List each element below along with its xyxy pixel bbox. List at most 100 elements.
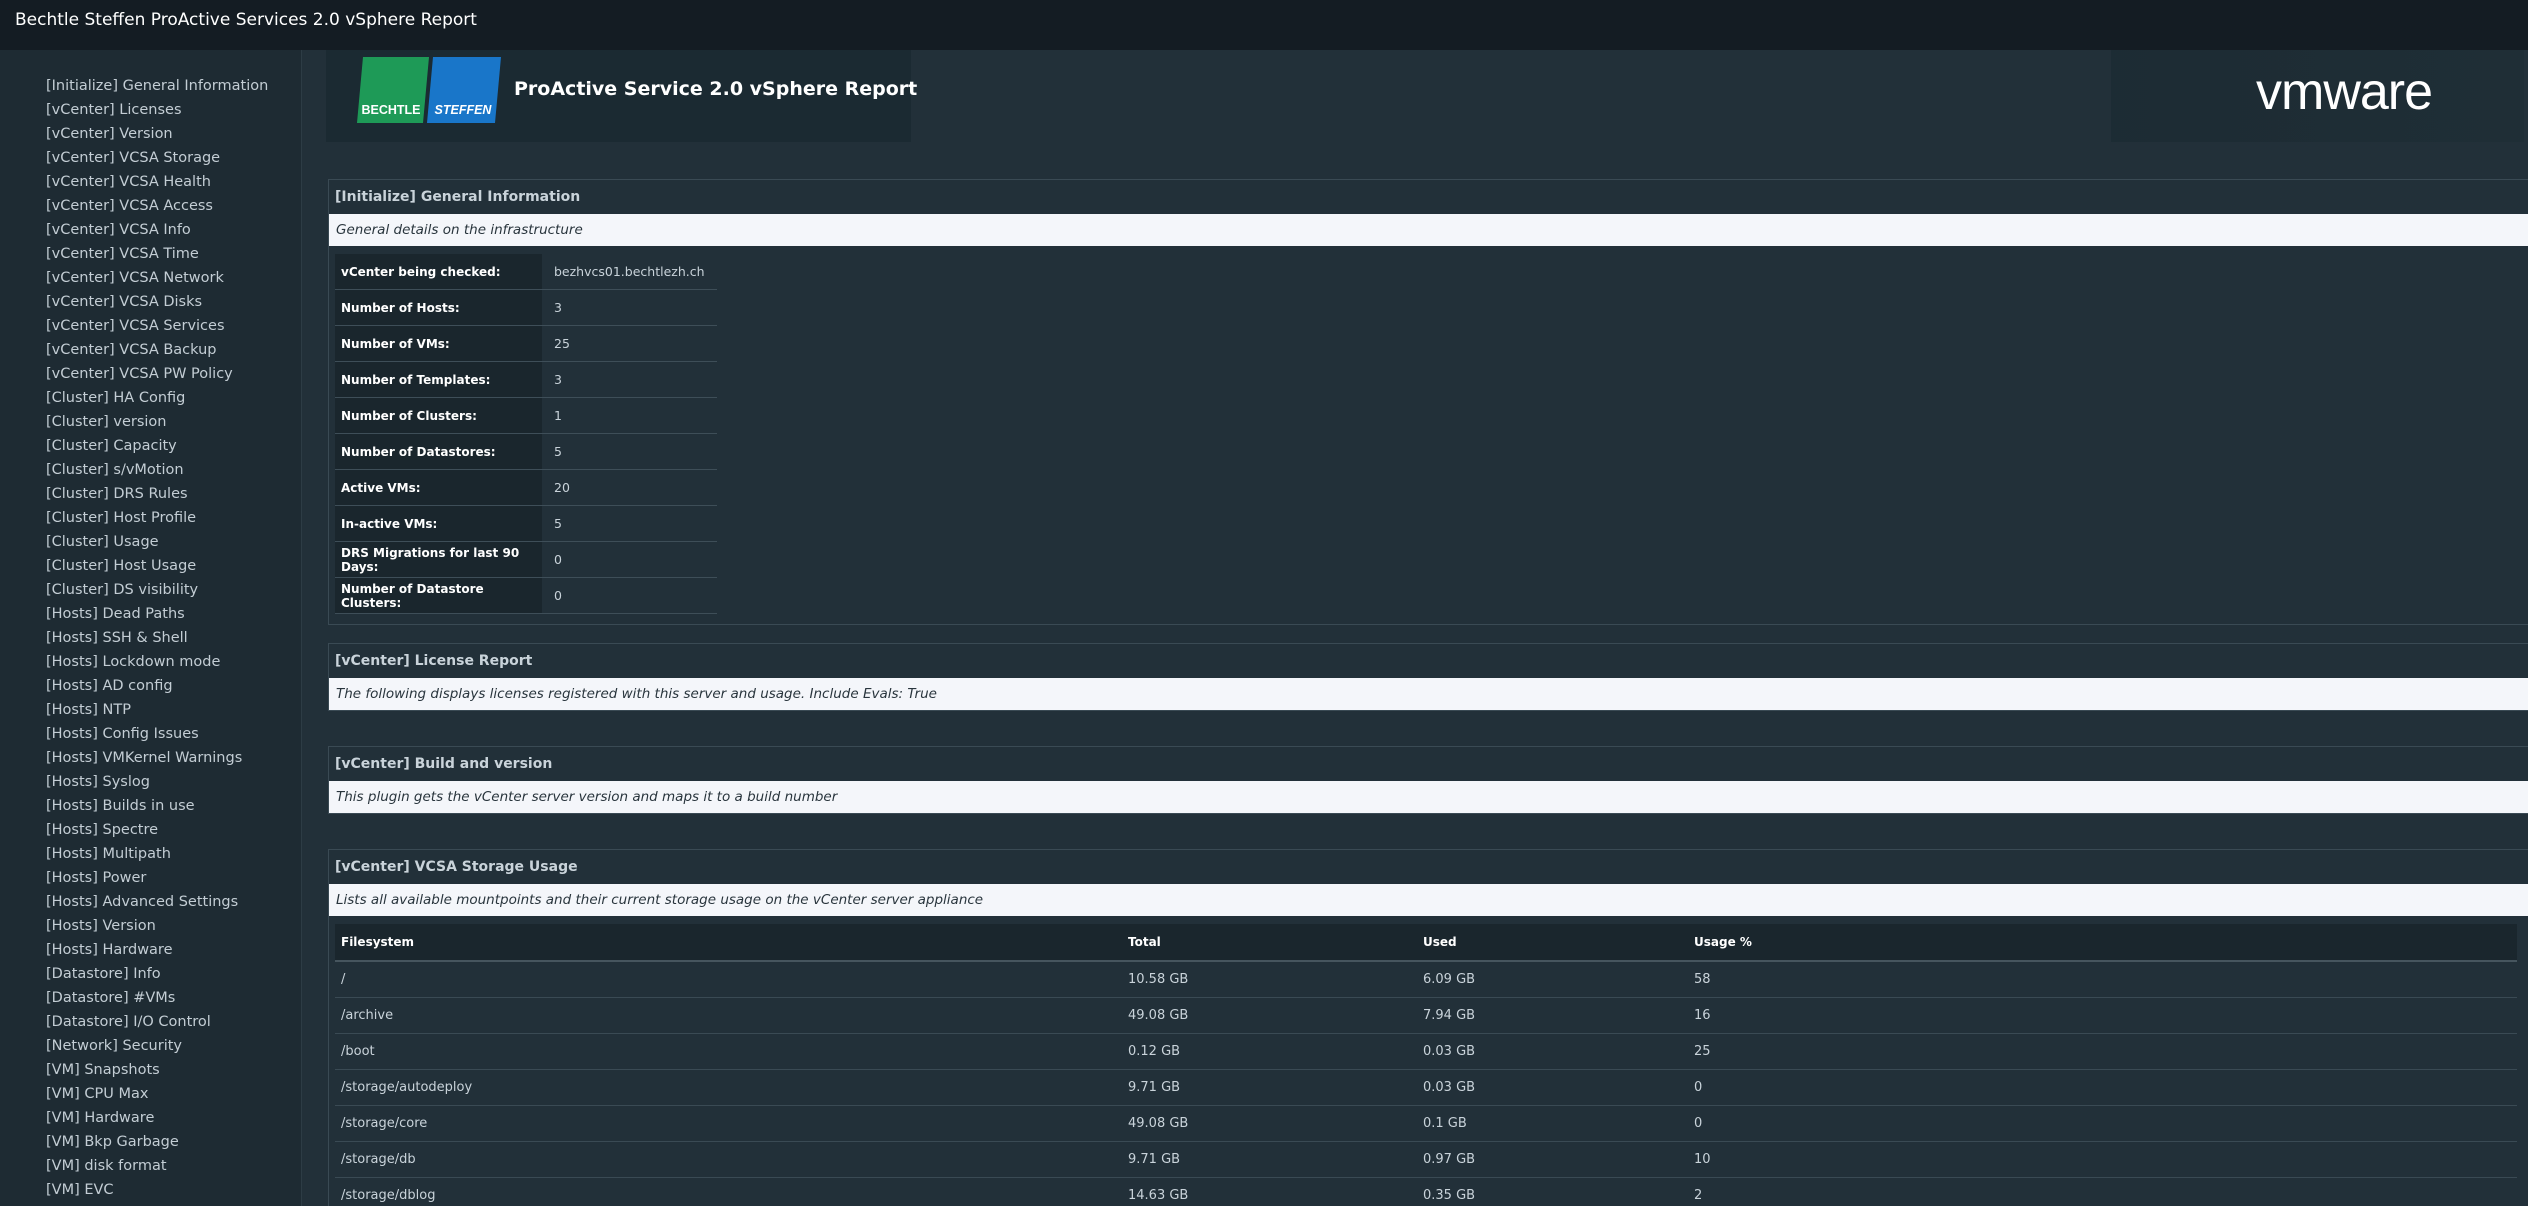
table-cell: /storage/autodeploy	[335, 1069, 1122, 1106]
table-cell: 49.08 GB	[1122, 1105, 1417, 1142]
info-key: Number of Templates:	[335, 361, 542, 398]
sidebar-link[interactable]: [VM] Hardware	[0, 1106, 301, 1130]
sidebar-link[interactable]: [vCenter] VCSA Info	[0, 218, 301, 242]
info-value: 5	[542, 505, 717, 542]
table-cell: /storage/core	[335, 1105, 1122, 1142]
info-key: Number of Hosts:	[335, 289, 542, 326]
table-row: vCenter being checked: bezhvcs01.bechtlez…	[335, 254, 717, 290]
table-row: Number of VMs: 25	[335, 325, 717, 362]
sidebar-link[interactable]: [VM] Bkp Garbage	[0, 1130, 301, 1154]
table-row: Number of Datastores: 5	[335, 433, 717, 470]
info-value: bezhvcs01.bechtlezh.ch	[542, 254, 717, 290]
column-header: Used	[1417, 924, 1688, 962]
sidebar-link[interactable]: [Hosts] NTP	[0, 698, 301, 722]
info-value: 0	[542, 541, 717, 578]
table-cell: 58	[1688, 961, 2517, 998]
sidebar-link[interactable]: [Hosts] Spectre	[0, 818, 301, 842]
sidebar-link[interactable]: [Cluster] Host Profile	[0, 506, 301, 530]
table-cell: 9.71 GB	[1122, 1069, 1417, 1106]
table-cell: 0.97 GB	[1417, 1141, 1688, 1178]
sidebar-link[interactable]: [vCenter] VCSA Network	[0, 266, 301, 290]
table-row: Number of Hosts: 3	[335, 289, 717, 326]
sidebar-link[interactable]: [vCenter] VCSA Backup	[0, 338, 301, 362]
sidebar-link[interactable]: [vCenter] VCSA PW Policy	[0, 362, 301, 386]
table-cell: 2	[1688, 1177, 2517, 1206]
sidebar-link[interactable]: [VM] disk format	[0, 1154, 301, 1178]
info-key: Number of VMs:	[335, 325, 542, 362]
sidebar-link[interactable]: [Hosts] Multipath	[0, 842, 301, 866]
section-title: [vCenter] License Report	[335, 653, 533, 669]
sidebar-link[interactable]: [Hosts] Advanced Settings	[0, 890, 301, 914]
table-cell: 6.09 GB	[1417, 961, 1688, 998]
sidebar-link[interactable]: [Hosts] SSH & Shell	[0, 626, 301, 650]
sidebar-link[interactable]: [Cluster] version	[0, 410, 301, 434]
sidebar-link[interactable]: [Cluster] Host Usage	[0, 554, 301, 578]
section-general-information: [Initialize] General Information General…	[328, 179, 2528, 625]
sidebar-link[interactable]: [VM] Snapshots	[0, 1058, 301, 1082]
info-key: In-active VMs:	[335, 505, 542, 542]
table-row: /storage/dblog 14.63 GB 0.35 GB 2	[335, 1177, 2517, 1206]
info-value: 20	[542, 469, 717, 506]
column-header: Filesystem	[335, 924, 1122, 962]
info-key: Number of Datastore Clusters:	[335, 577, 542, 614]
sidebar-link[interactable]: [vCenter] VCSA Health	[0, 170, 301, 194]
report-main: BECHTLE STEFFEN ProActive Service 2.0 vS…	[302, 50, 2528, 1206]
sidebar-link[interactable]: [vCenter] VCSA Time	[0, 242, 301, 266]
sidebar-link[interactable]: [Cluster] Capacity	[0, 434, 301, 458]
table-cell: /	[335, 961, 1122, 998]
table-cell: 9.71 GB	[1122, 1141, 1417, 1178]
sidebar-link[interactable]: [Hosts] AD config	[0, 674, 301, 698]
sidebar-link[interactable]: [Datastore] #VMs	[0, 986, 301, 1010]
sidebar-link[interactable]: [Hosts] Builds in use	[0, 794, 301, 818]
sidebar-link[interactable]: [Hosts] Lockdown mode	[0, 650, 301, 674]
table-cell: 16	[1688, 997, 2517, 1034]
table-row: Active VMs: 20	[335, 469, 717, 506]
section-vcsa-storage: [vCenter] VCSA Storage Usage Lists all a…	[328, 849, 2528, 1206]
table-cell: 0.35 GB	[1417, 1177, 1688, 1206]
table-cell: 10.58 GB	[1122, 961, 1417, 998]
sidebar-link[interactable]: [VM] CPU Max	[0, 1082, 301, 1106]
table-cell: /storage/db	[335, 1141, 1122, 1178]
table-cell: 0.03 GB	[1417, 1033, 1688, 1070]
info-value: 3	[542, 361, 717, 398]
sidebar-link[interactable]: [Network] Security	[0, 1034, 301, 1058]
table-row: In-active VMs: 5	[335, 505, 717, 542]
table-cell: /boot	[335, 1033, 1122, 1070]
sidebar-link[interactable]: [VM] EVC	[0, 1178, 301, 1202]
section-title: [Initialize] General Information	[335, 189, 581, 205]
sidebar-link[interactable]: [vCenter] VCSA Access	[0, 194, 301, 218]
table-row: /storage/db 9.71 GB 0.97 GB 10	[335, 1141, 2517, 1178]
sidebar-link[interactable]: [vCenter] Licenses	[0, 98, 301, 122]
section-description: The following displays licenses register…	[329, 678, 2528, 710]
table-row: Number of Clusters: 1	[335, 397, 717, 434]
sidebar-link[interactable]: [vCenter] Version	[0, 122, 301, 146]
section-description: This plugin gets the vCenter server vers…	[329, 781, 2528, 813]
sidebar-link[interactable]: [Cluster] DRS Rules	[0, 482, 301, 506]
sidebar-link[interactable]: [Hosts] Dead Paths	[0, 602, 301, 626]
sidebar-link[interactable]: [Cluster] Usage	[0, 530, 301, 554]
sidebar-link[interactable]: [Initialize] General Information	[0, 74, 301, 98]
info-value: 0	[542, 577, 717, 614]
sidebar-link[interactable]: [Cluster] HA Config	[0, 386, 301, 410]
sidebar-link[interactable]: [Hosts] VMKernel Warnings	[0, 746, 301, 770]
sidebar-link[interactable]: [vCenter] VCSA Services	[0, 314, 301, 338]
sidebar-link[interactable]: [Datastore] I/O Control	[0, 1010, 301, 1034]
sidebar-link[interactable]: [Cluster] s/vMotion	[0, 458, 301, 482]
sidebar-link[interactable]: [Hosts] Power	[0, 866, 301, 890]
vmware-logo: vmware	[2256, 63, 2433, 121]
sidebar-link[interactable]: [Hosts] Config Issues	[0, 722, 301, 746]
sidebar-link[interactable]: [Cluster] DS visibility	[0, 578, 301, 602]
sidebar-link[interactable]: [Datastore] Info	[0, 962, 301, 986]
info-key: DRS Migrations for last 90 Days:	[335, 541, 542, 578]
sidebar-link[interactable]: [Hosts] Version	[0, 914, 301, 938]
table-cell: 0	[1688, 1105, 2517, 1142]
sidebar-link[interactable]: [vCenter] VCSA Disks	[0, 290, 301, 314]
window-title: Bechtle Steffen ProActive Services 2.0 v…	[0, 0, 2528, 50]
table-cell: 10	[1688, 1141, 2517, 1178]
sidebar-link[interactable]: [vCenter] VCSA Storage	[0, 146, 301, 170]
sidebar-link[interactable]: [Hosts] Syslog	[0, 770, 301, 794]
sidebar-link[interactable]: [Hosts] Hardware	[0, 938, 301, 962]
table-cell: 0.03 GB	[1417, 1069, 1688, 1106]
table-row: DRS Migrations for last 90 Days: 0	[335, 541, 717, 578]
storage-table: Filesystem Total Used Usage % /10.58 GB 6.09…	[335, 924, 2517, 1206]
